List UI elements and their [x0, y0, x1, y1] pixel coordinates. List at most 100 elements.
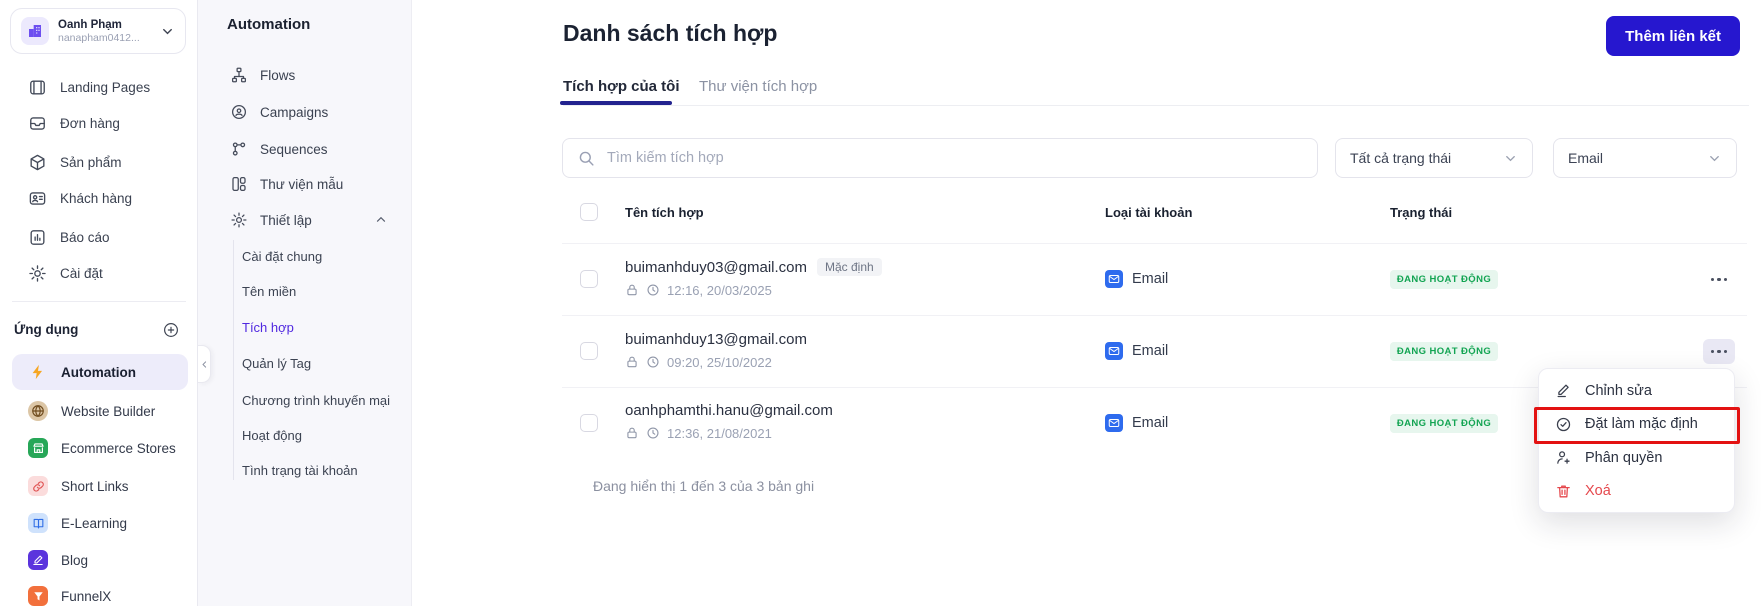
plus-circle-icon — [164, 323, 178, 337]
email-icon — [1105, 270, 1123, 288]
row-actions-button[interactable] — [1703, 267, 1735, 292]
funnel-icon — [28, 586, 48, 606]
submenu-item-label: Thư viện mẫu — [260, 176, 344, 192]
flows-icon — [231, 67, 247, 83]
sidebar-item-label: Khách hàng — [60, 190, 133, 206]
integration-email: oanhphamthi.hanu@gmail.com — [625, 401, 833, 419]
submenu-indent-line — [233, 240, 234, 480]
sidebar-item-label: Báo cáo — [60, 229, 110, 245]
clock-icon — [647, 427, 659, 439]
sidebar-item-label: Cài đặt — [60, 265, 103, 281]
integration-name: oanhphamthi.hanu@gmail.com — [625, 399, 833, 421]
sidebar-divider — [12, 301, 186, 302]
sidebar-item-reports[interactable]: Báo cáo — [0, 222, 198, 252]
workspace-switcher[interactable]: Oanh Phạm nanapham0412... — [10, 8, 186, 54]
sidebar-item-label: Sản phẩm — [60, 154, 122, 170]
gear-icon — [231, 212, 247, 228]
app-window: Oanh Phạm nanapham0412... Landing Pages … — [0, 0, 1761, 606]
submenu-item-template-library[interactable]: Thư viện mẫu — [198, 170, 412, 198]
column-header-name: Tên tích hợp — [625, 205, 704, 220]
app-label: Short Links — [61, 478, 129, 494]
app-label: FunnelX — [61, 588, 112, 604]
chevron-up-icon — [374, 213, 388, 227]
clock-icon — [647, 284, 659, 296]
add-app-button[interactable] — [162, 321, 180, 339]
submenu-item-setup[interactable]: Thiết lập — [198, 206, 412, 234]
sidebar-item-settings[interactable]: Cài đặt — [0, 258, 198, 288]
sidebar-app-automation[interactable]: Automation — [12, 354, 188, 390]
lock-icon — [627, 427, 637, 439]
submenu-sub-account-status[interactable]: Tình trạng tài khoản — [242, 457, 410, 483]
column-header-type: Loại tài khoản — [1105, 205, 1193, 220]
search-input[interactable] — [605, 149, 1303, 167]
sidebar-app-website-builder[interactable]: Website Builder — [12, 393, 188, 429]
sequences-icon — [232, 142, 246, 156]
submenu-item-flows[interactable]: Flows — [198, 61, 412, 89]
link-icon — [28, 476, 48, 496]
sidebar-item-label: Đơn hàng — [60, 115, 120, 131]
menu-item-delete[interactable]: Xoá — [1539, 475, 1734, 509]
reports-icon — [30, 229, 45, 245]
sidebar-app-short-links[interactable]: Short Links — [12, 468, 188, 504]
app-label: Automation — [61, 364, 136, 380]
submenu-item-label: Flows — [260, 67, 296, 83]
sidebar-collapse-toggle[interactable] — [198, 345, 211, 383]
integration-meta: 09:20, 25/10/2022 — [625, 354, 772, 370]
status-badge: ĐANG HOẠT ĐỘNG — [1390, 342, 1498, 361]
check-circle-icon — [1556, 417, 1571, 431]
sidebar-app-funnelx[interactable]: FunnelX — [12, 578, 188, 606]
sidebar-item-orders[interactable]: Đơn hàng — [0, 108, 198, 138]
main-content: Danh sách tích hợp Thêm liên kết Tích hợ… — [412, 0, 1761, 606]
user-handle: nanapham0412... — [58, 31, 140, 44]
sidebar-item-customers[interactable]: Khách hàng — [0, 183, 198, 213]
add-integration-button[interactable]: Thêm liên kết — [1606, 16, 1740, 56]
menu-item-label: Đặt làm mặc định — [1585, 416, 1698, 433]
chevron-down-icon — [1707, 151, 1722, 166]
submenu-sub-domains[interactable]: Tên miền — [242, 278, 410, 304]
account-type-cell: Email — [1105, 412, 1168, 434]
submenu-sub-integrations[interactable]: Tích hợp — [242, 314, 410, 340]
submenu-sub-tag-management[interactable]: Quản lý Tag — [242, 350, 410, 376]
row-checkbox[interactable] — [580, 414, 598, 432]
status-badge: ĐANG HOẠT ĐỘNG — [1390, 414, 1498, 433]
submenu-sub-promotions[interactable]: Chương trình khuyến mại — [242, 387, 410, 413]
select-all-checkbox[interactable] — [580, 203, 598, 221]
submenu-sub-activity[interactable]: Hoạt động — [242, 422, 410, 448]
menu-item-edit[interactable]: Chỉnh sửa — [1539, 374, 1734, 408]
app-label: Blog — [61, 552, 89, 568]
storefront-icon — [28, 438, 48, 458]
pencil-square-icon — [28, 550, 48, 570]
lock-icon — [627, 356, 637, 368]
active-tab-underline — [560, 101, 672, 105]
chevron-left-icon — [201, 360, 206, 368]
status-badge: ĐANG HOẠT ĐỘNG — [1390, 270, 1498, 289]
row-checkbox[interactable] — [580, 270, 598, 288]
building-icon — [29, 25, 41, 37]
row-checkbox[interactable] — [580, 342, 598, 360]
customers-icon — [29, 191, 46, 205]
tabs-divider — [563, 105, 1749, 106]
sidebar-item-landing-pages[interactable]: Landing Pages — [0, 72, 198, 102]
account-type-cell: Email — [1105, 340, 1168, 362]
book-icon — [28, 513, 48, 533]
products-icon — [30, 154, 45, 170]
sidebar-item-products[interactable]: Sản phẩm — [0, 147, 198, 177]
menu-item-label: Xoá — [1585, 483, 1611, 500]
type-filter-dropdown[interactable]: Email — [1553, 138, 1737, 178]
sidebar-app-ecommerce-stores[interactable]: Ecommerce Stores — [12, 430, 188, 466]
submenu-sub-general-settings[interactable]: Cài đặt chung — [242, 243, 410, 269]
integration-meta: 12:36, 21/08/2021 — [625, 425, 772, 441]
menu-item-permissions[interactable]: Phân quyền — [1539, 441, 1734, 475]
menu-item-label: Chỉnh sửa — [1585, 382, 1652, 399]
status-filter-dropdown[interactable]: Tất cả trạng thái — [1335, 138, 1533, 178]
submenu-item-campaigns[interactable]: Campaigns — [198, 98, 412, 126]
app-label: E-Learning — [61, 515, 128, 531]
tab-integration-library[interactable]: Thư viện tích hợp — [699, 78, 817, 95]
sidebar-app-elearning[interactable]: E-Learning — [12, 505, 188, 541]
submenu-item-sequences[interactable]: Sequences — [198, 135, 412, 163]
tab-my-integrations[interactable]: Tích hợp của tôi — [563, 78, 680, 95]
menu-item-set-default[interactable]: Đặt làm mặc định — [1539, 408, 1734, 442]
row-actions-button-active[interactable] — [1703, 339, 1735, 364]
account-type-cell: Email — [1105, 268, 1168, 290]
sidebar-app-blog[interactable]: Blog — [12, 542, 188, 578]
